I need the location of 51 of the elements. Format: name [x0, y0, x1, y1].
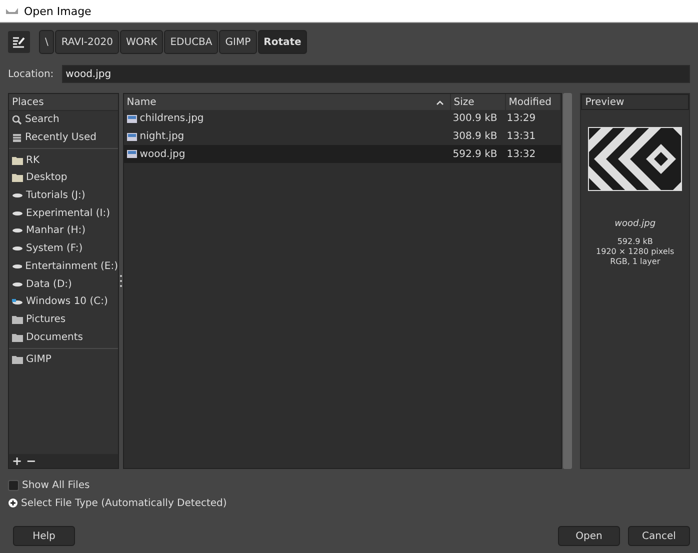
places-header: Places [9, 94, 118, 111]
open-button[interactable]: Open [558, 526, 620, 546]
file-modified: 13:32 [506, 148, 537, 160]
column-header[interactable]: Modified [506, 94, 560, 110]
file-size: 592.9 kB [452, 148, 498, 160]
path-segment-button[interactable]: RAVI-2020 [55, 30, 119, 54]
place-item[interactable]: Search [9, 111, 118, 129]
place-item[interactable]: Windows 10 (C:) [9, 292, 118, 311]
preview-header: Preview [581, 94, 689, 110]
file-size: 300.9 kB [452, 113, 498, 124]
place-item[interactable]: Experimental (I:) [9, 204, 118, 222]
column-header[interactable]: Size [450, 94, 505, 110]
file-name: night.jpg [140, 131, 184, 142]
preview-size: 592.9 kB [616, 237, 654, 247]
path-segment-button[interactable]: EDUCBA [164, 30, 218, 54]
place-item[interactable]: RK [9, 151, 118, 170]
file-row[interactable]: childrens.jpg 300.9 kB 13:29 [124, 110, 561, 128]
window-title: Open Image [24, 4, 92, 18]
preview-info: RGB, 1 layer [609, 257, 662, 267]
file-size: 308.9 kB [452, 131, 498, 142]
path-segment-button[interactable]: \ [39, 30, 54, 54]
place-item[interactable]: System (F:) [9, 240, 118, 258]
cancel-button[interactable]: Cancel [628, 526, 690, 546]
file-name: childrens.jpg [140, 113, 204, 124]
location-label: Location: [8, 68, 54, 80]
file-modified: 13:29 [506, 113, 537, 124]
preview-dimensions: 1920 × 1280 pixels [596, 247, 674, 257]
path-segment-button[interactable]: WORK [120, 30, 164, 54]
path-segment-button[interactable]: GIMP [219, 30, 257, 54]
preview-filename: wood.jpg [614, 219, 656, 229]
help-button[interactable]: Help [13, 526, 75, 546]
add-place-button[interactable]: + [12, 454, 22, 468]
path-segment-button[interactable]: Rotate [258, 30, 308, 54]
remove-place-button[interactable]: − [26, 454, 36, 468]
place-item[interactable]: Tutorials (J:) [9, 186, 118, 204]
expander-label[interactable]: Select File Type (Automatically Detected) [21, 498, 227, 508]
place-item[interactable]: GIMP [9, 350, 118, 369]
place-item[interactable]: Manhar (H:) [9, 222, 118, 240]
column-header[interactable]: Name [124, 94, 450, 110]
file-modified: 13:31 [506, 131, 537, 142]
place-item[interactable]: Data (D:) [9, 275, 118, 293]
file-row[interactable]: night.jpg 308.9 kB 13:31 [124, 128, 561, 146]
checkbox-label: Show All Files [22, 480, 90, 490]
place-item[interactable]: Pictures [9, 310, 118, 328]
file-row[interactable]: wood.jpg 592.9 kB 13:32 [124, 145, 561, 164]
file-name: wood.jpg [140, 148, 186, 160]
place-item[interactable]: Entertainment (E:) [9, 258, 118, 276]
place-item[interactable]: Recently Used [9, 128, 118, 146]
location-field[interactable]: wood.jpg [62, 65, 690, 83]
place-item[interactable]: Desktop [9, 169, 118, 187]
place-item[interactable]: Documents [9, 328, 118, 346]
